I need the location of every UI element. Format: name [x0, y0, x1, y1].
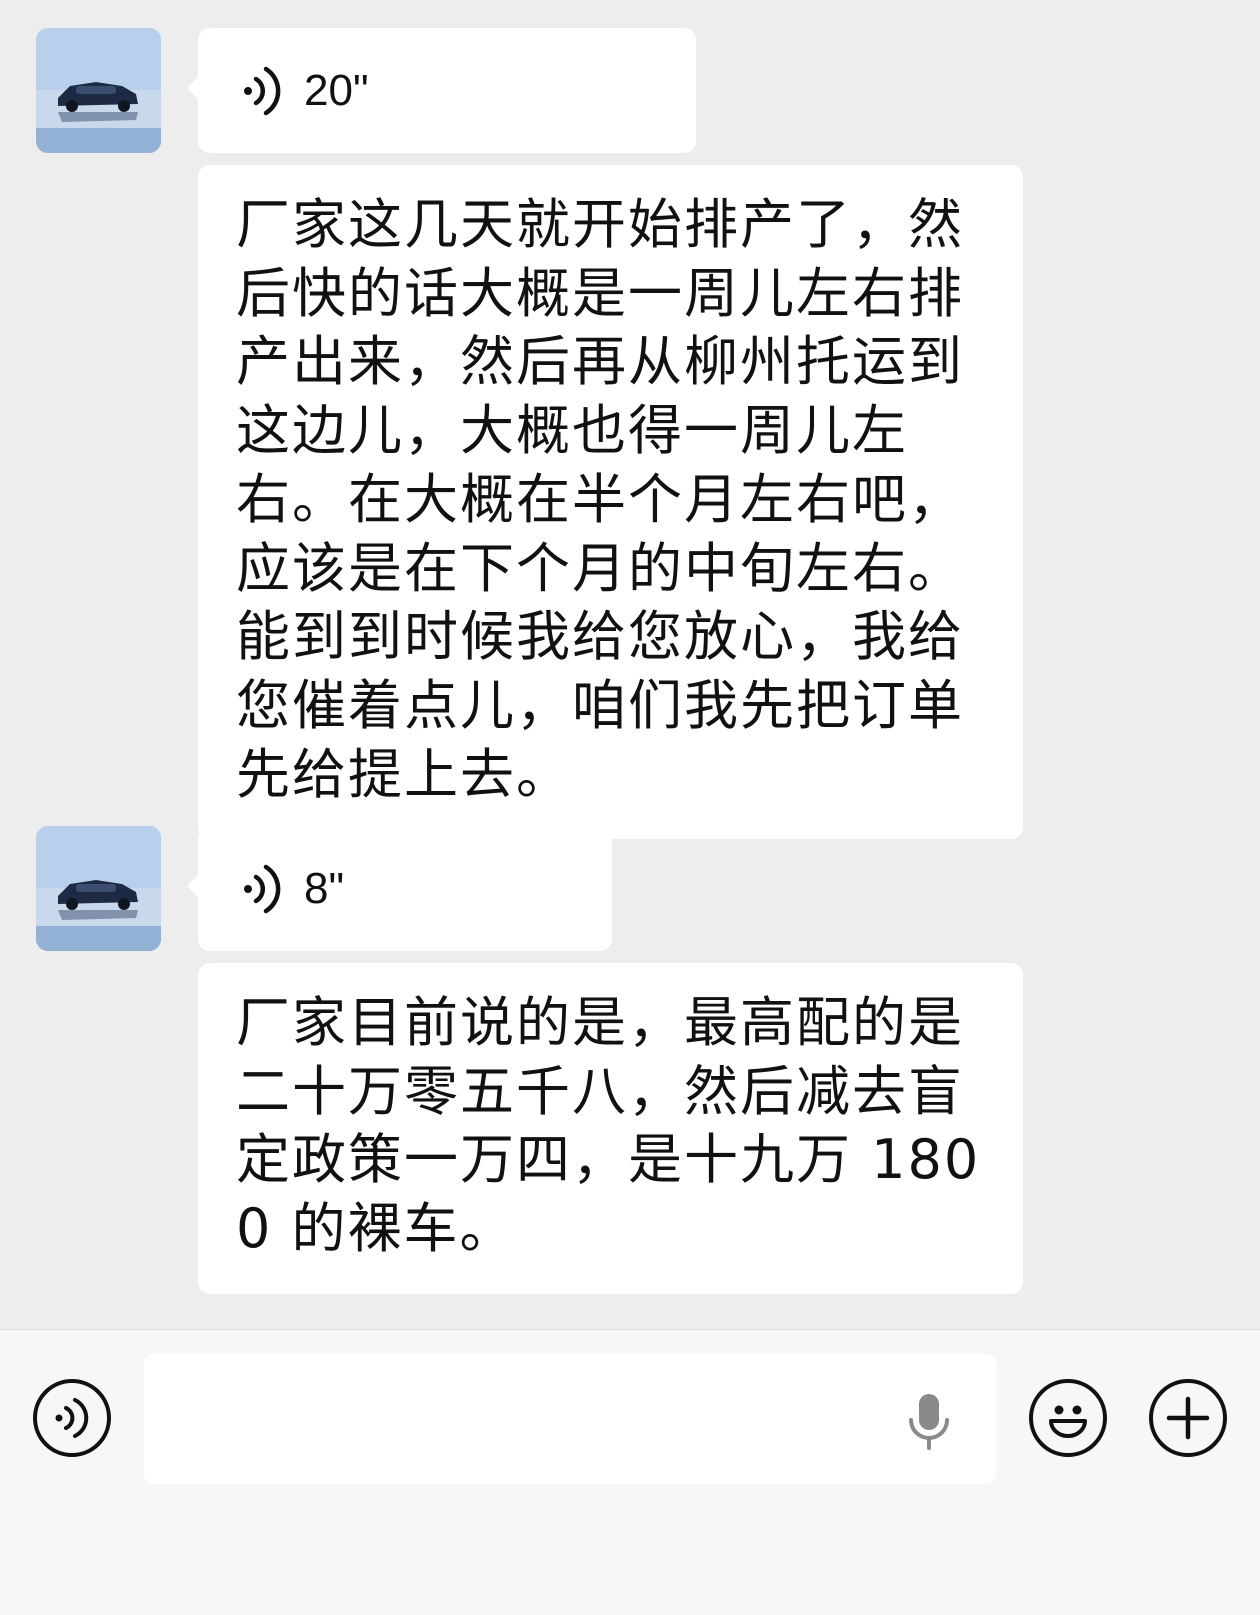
car-avatar-image: [36, 826, 161, 951]
microphone-icon[interactable]: [905, 1392, 953, 1452]
emoji-icon: [1049, 1405, 1087, 1438]
bubble-tail: [187, 874, 199, 898]
voice-message-bubble[interactable]: 8": [187, 826, 612, 951]
chat-area: 20" 厂家这几天就开始排产了，然后快的话大概是一周儿左右排产出来，然后再从柳州…: [0, 0, 1260, 1329]
bubble-tail: [187, 76, 199, 100]
voice-message-bubble[interactable]: 20": [187, 28, 696, 153]
voice-mode-button[interactable]: [33, 1379, 111, 1457]
voice-duration: 20": [304, 65, 369, 115]
voice-duration: 8": [304, 863, 345, 913]
voice-transcript-bubble: 厂家这几天就开始排产了，然后快的话大概是一周儿左右排产出来，然后再从柳州托运到这…: [198, 165, 1023, 840]
sender-avatar[interactable]: [36, 28, 161, 153]
more-button[interactable]: [1149, 1379, 1227, 1457]
plus-icon: [1166, 1396, 1210, 1440]
message-input[interactable]: [144, 1354, 996, 1484]
voice-wave-icon: [244, 66, 281, 115]
voice-wave-icon: [244, 864, 281, 913]
sender-avatar[interactable]: [36, 826, 161, 951]
voice-mode-icon: [55, 1398, 89, 1438]
voice-transcript-bubble: 厂家目前说的是，最高配的是二十万零五千八，然后减去盲定政策一万四，是十九万 18…: [198, 963, 1023, 1294]
car-avatar-image: [36, 28, 161, 153]
emoji-button[interactable]: [1029, 1379, 1107, 1457]
